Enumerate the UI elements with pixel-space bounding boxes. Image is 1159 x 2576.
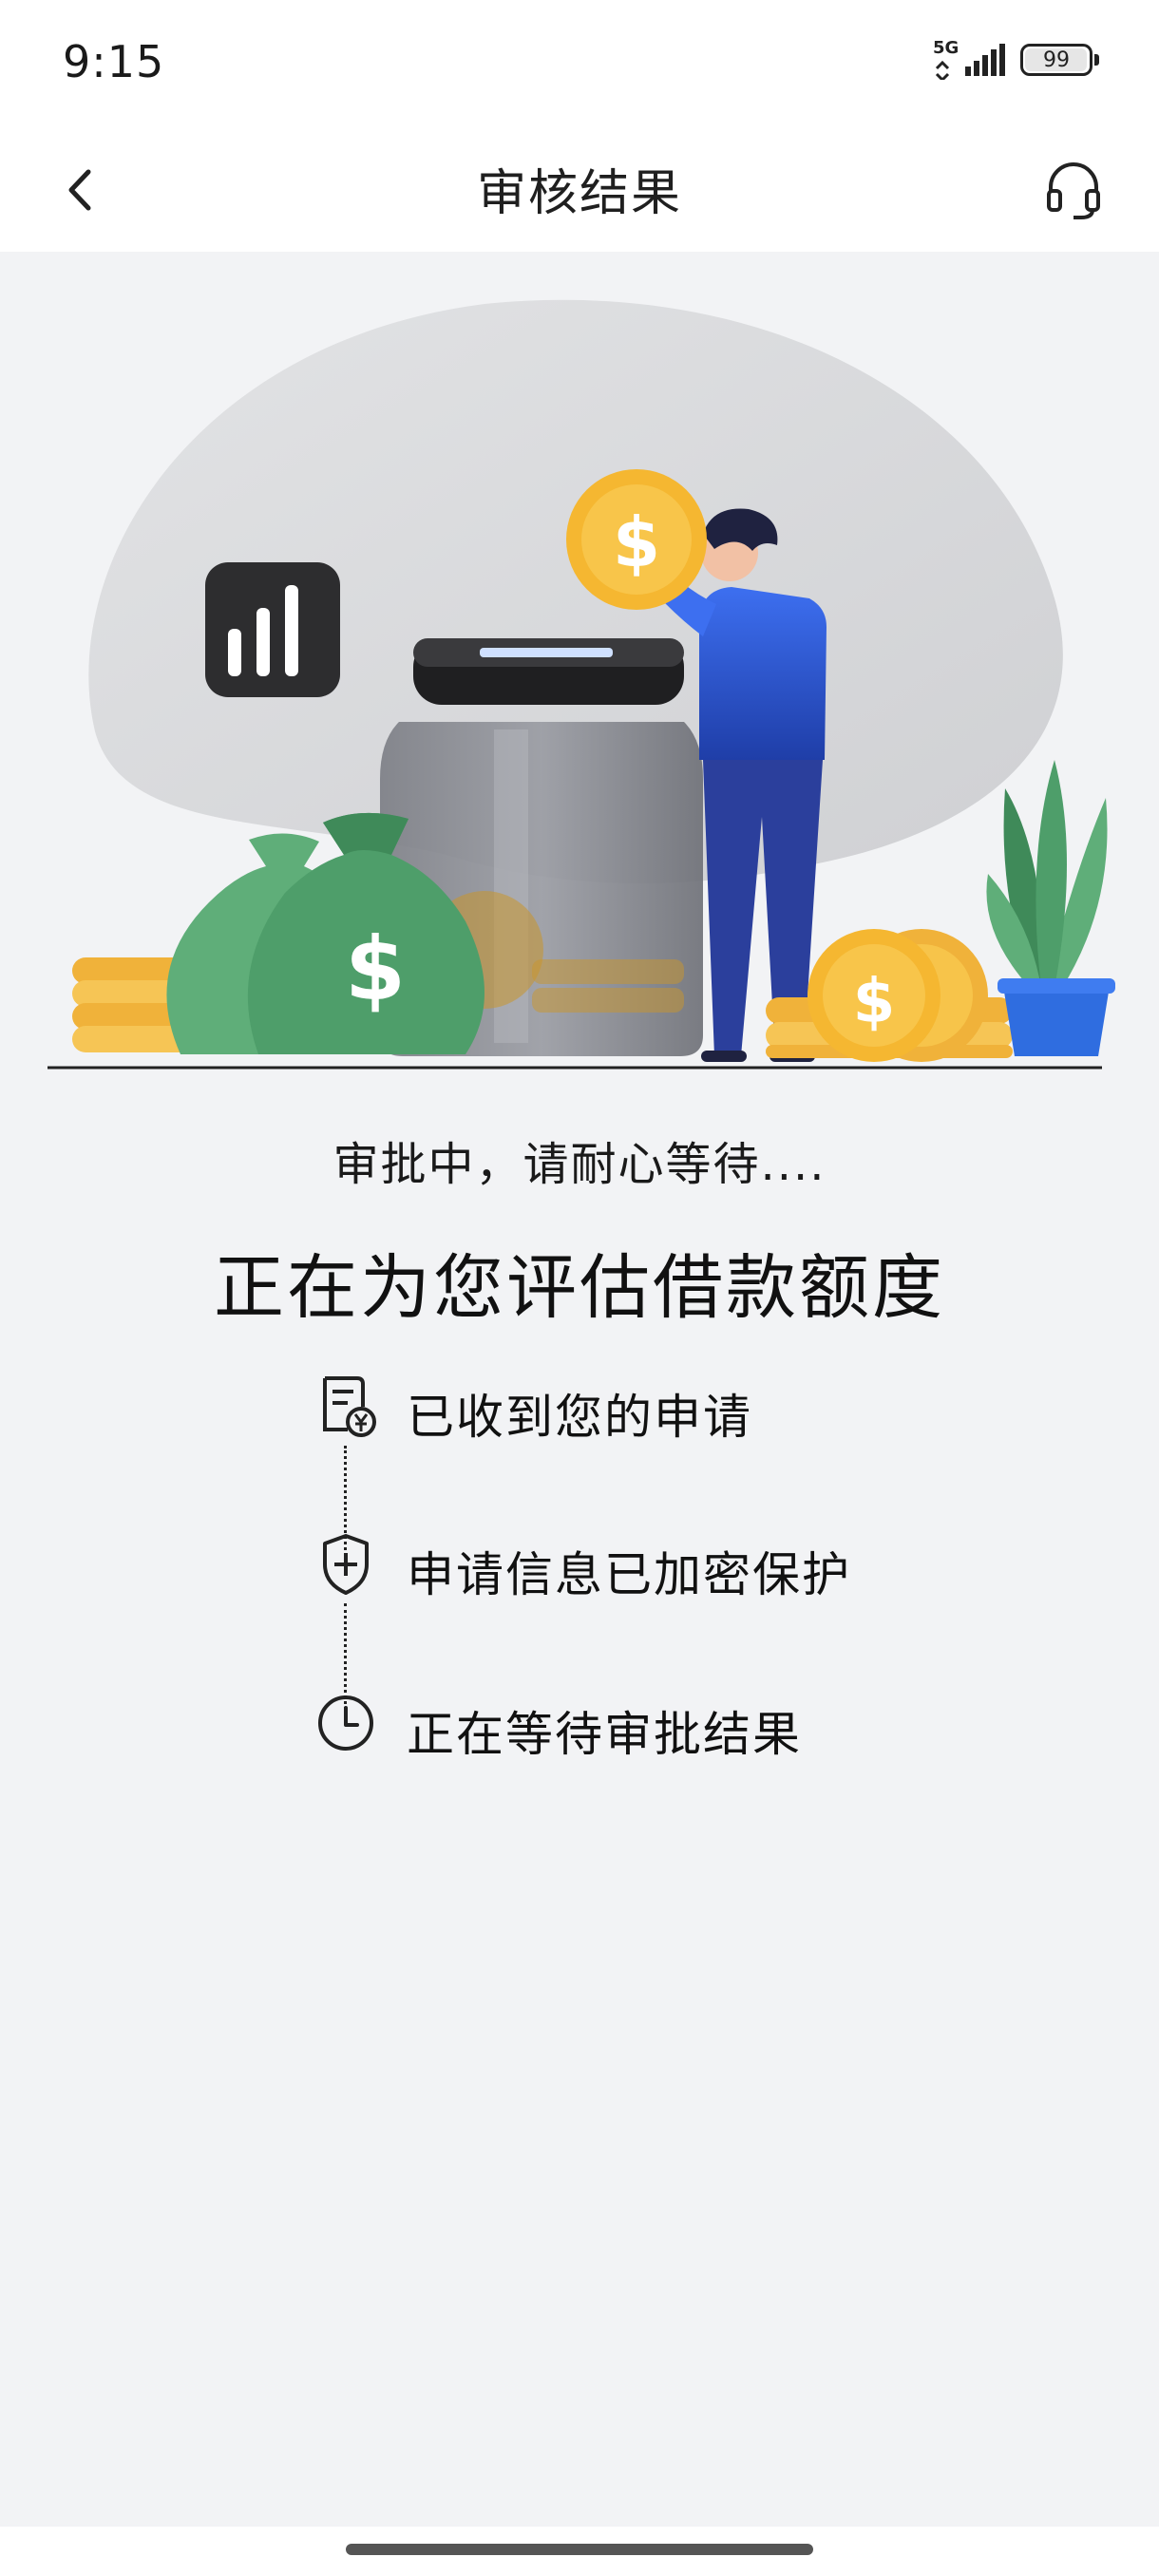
right-coin-dollar-sign: $ [853, 967, 896, 1037]
customer-service-button[interactable] [1036, 151, 1112, 227]
battery-icon: 99 [1020, 44, 1099, 76]
clock-icon [312, 1685, 380, 1761]
status-message: 审批中，请耐心等待.... [332, 1138, 826, 1191]
bar-chart-icon [205, 562, 340, 697]
step-item: 已收到您的申请 [304, 1368, 969, 1445]
step-label: 已收到您的申请 [407, 1390, 752, 1445]
bag-dollar-sign: $ [345, 919, 406, 1020]
battery-level: 99 [1043, 47, 1070, 72]
headline: 正在为您评估借款额度 [214, 1247, 945, 1329]
status-time: 9:15 [63, 36, 165, 87]
shield-plus-icon [312, 1525, 380, 1601]
status-bar: 9:15 5G 99 [0, 0, 1159, 128]
status-indicators: 5G 99 [933, 38, 1099, 83]
nav-bar: 审核结果 [0, 128, 1159, 252]
headset-icon [1047, 162, 1100, 219]
page-title: 审核结果 [476, 165, 682, 222]
network-type: 5G [933, 38, 960, 58]
step-label: 正在等待审批结果 [407, 1707, 802, 1762]
step-label: 申请信息已加密保护 [407, 1547, 851, 1602]
coin-dollar-sign: $ [613, 502, 660, 582]
illustration-graphic: $ $ $ [48, 299, 1115, 1070]
held-coin: $ [566, 469, 707, 610]
step-item: 正在等待审批结果 [304, 1685, 969, 1762]
savings-jar-illustration: $ $ $ [38, 285, 1121, 1073]
home-bar [0, 2527, 1159, 2576]
home-indicator[interactable] [346, 2544, 813, 2555]
signal-icon: 5G [933, 38, 1005, 83]
progress-steps: 已收到您的申请 申请信息已加密保护 正在等待审批结果 [304, 1368, 969, 1786]
step-item: 申请信息已加密保护 [304, 1525, 969, 1602]
receipt-yen-icon [312, 1368, 380, 1444]
battery-nub [1094, 54, 1099, 66]
